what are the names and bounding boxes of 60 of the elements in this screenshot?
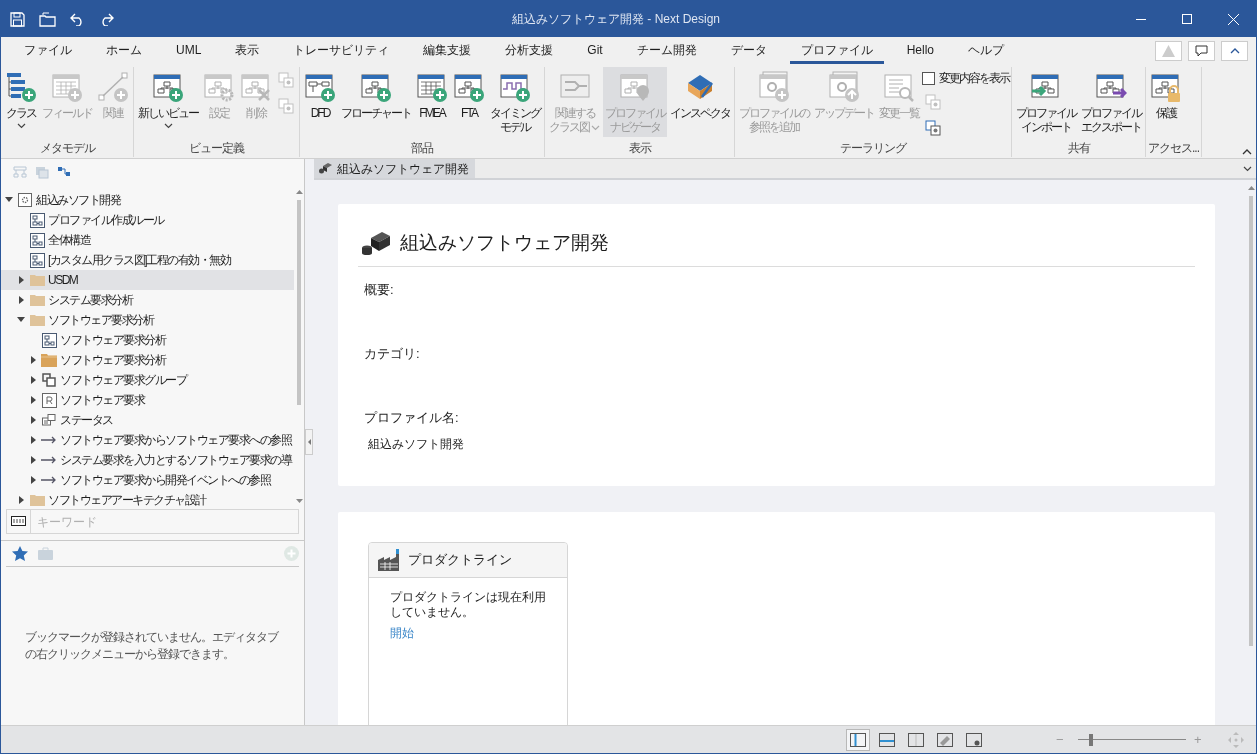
menu-tab[interactable]: ホーム bbox=[95, 39, 153, 64]
ribbon-group-label: アクセス... bbox=[1148, 141, 1199, 157]
ribbon-button[interactable]: インスペクタ bbox=[668, 67, 732, 137]
tree-item[interactable]: ソフトウェア要求からソフトウェア要求への参照 bbox=[1, 430, 294, 450]
ribbon-button[interactable]: DFD bbox=[302, 67, 338, 137]
ribbon-button[interactable]: FTA bbox=[451, 67, 487, 137]
tree-item[interactable]: ソフトウェア要求分析 bbox=[1, 330, 294, 350]
field-label: カテゴリ: bbox=[364, 344, 421, 363]
empty-bookmarks-message: ブックマークが登録されていません。エディタタブの右クリックメニューから登録できます。 bbox=[25, 629, 280, 663]
menu-tab[interactable]: チーム開発 bbox=[625, 39, 708, 64]
field-label: 概要: bbox=[364, 280, 395, 299]
ribbon-button[interactable]: タイミング モデル bbox=[488, 67, 542, 137]
start-link[interactable]: 開始 bbox=[390, 624, 414, 642]
tree-item[interactable]: システム要求を入力とするソフトウェア要求の導 bbox=[1, 450, 294, 470]
ribbon-button[interactable]: フローチャート bbox=[339, 67, 413, 137]
tree-item[interactable]: ソフトウェア要求 bbox=[1, 390, 294, 410]
card-title: プロダクトライン bbox=[408, 551, 512, 570]
field-value: 組込みソフト開発 bbox=[367, 436, 465, 453]
menu-tab[interactable]: Hello bbox=[895, 39, 946, 64]
ribbon-button[interactable]: プロファイル エクスポート bbox=[1079, 67, 1143, 137]
ribbon-group-label: ビュー定義 bbox=[189, 141, 244, 157]
ribbon-group-label: 表示 bbox=[628, 141, 651, 157]
menu-tab[interactable]: トレーサビリティ bbox=[282, 39, 401, 64]
ribbon-group-label: テーラリング bbox=[840, 141, 906, 157]
ribbon-button[interactable]: クラス bbox=[3, 67, 39, 137]
card-message: プロダクトラインは現在利用していません。 bbox=[390, 590, 546, 620]
tree-item[interactable]: [カスタム用クラス図]工程の有効・無効 bbox=[1, 250, 294, 270]
field-label: プロファイル名: bbox=[364, 408, 460, 427]
menu-tab[interactable]: Git bbox=[576, 39, 614, 64]
tree-item[interactable]: ソフトウェアアーキテクチャ設計 bbox=[1, 490, 294, 510]
ribbon-button[interactable]: FMEA bbox=[414, 67, 450, 137]
tree-item[interactable]: 全体構造 bbox=[1, 230, 294, 250]
ribbon-button[interactable]: 保護 bbox=[1148, 67, 1184, 137]
menu-tab[interactable]: ファイル bbox=[13, 39, 83, 64]
profile-heading: 組込みソフトウェア開発 bbox=[400, 231, 609, 255]
menu-tab[interactable]: ヘルプ bbox=[957, 39, 1016, 64]
window-title: 組込みソフトウェア開発 - Next Design bbox=[512, 11, 720, 28]
menu-tab[interactable]: 分析支援 bbox=[494, 39, 565, 64]
tree-item[interactable]: ステータス bbox=[1, 410, 294, 430]
tree-item[interactable]: ソフトウェア要求分析 bbox=[1, 310, 294, 330]
menu-tab[interactable]: データ bbox=[719, 39, 778, 64]
ribbon-group-label: 共有 bbox=[1067, 141, 1090, 157]
tree-item[interactable]: ソフトウェア要求グループ bbox=[1, 370, 294, 390]
tree-item[interactable]: USDM bbox=[1, 270, 294, 290]
ribbon-button[interactable]: プロファイル インポート bbox=[1014, 67, 1078, 137]
editor-tab[interactable]: 組込みソフトウェア開発 bbox=[313, 159, 475, 178]
tree-item[interactable]: ソフトウェア要求から開発イベントへの参照 bbox=[1, 470, 294, 490]
tree-item[interactable]: システム要求分析 bbox=[1, 290, 294, 310]
tree-item[interactable]: 組込みソフト開発 bbox=[1, 190, 294, 210]
ribbon-group-label: メタモデル bbox=[39, 141, 95, 157]
menu-tab[interactable]: 編集支援 bbox=[412, 39, 483, 64]
ribbon-group-label: 部品 bbox=[411, 141, 433, 157]
search-box[interactable]: キーワード bbox=[6, 509, 299, 534]
menu-tab[interactable]: 表示 bbox=[224, 39, 271, 64]
tree-item[interactable]: ソフトウェア要求分析 bbox=[1, 350, 294, 370]
tree-item[interactable]: プロファイル作成ルール bbox=[1, 210, 294, 230]
menu-tab[interactable]: UML bbox=[165, 39, 213, 64]
search-field[interactable]: キーワード bbox=[31, 512, 298, 531]
ribbon-button[interactable]: 新しいビュー bbox=[136, 67, 200, 137]
show-changes-checkbox[interactable]: 変更内容を表示 bbox=[922, 69, 1009, 87]
